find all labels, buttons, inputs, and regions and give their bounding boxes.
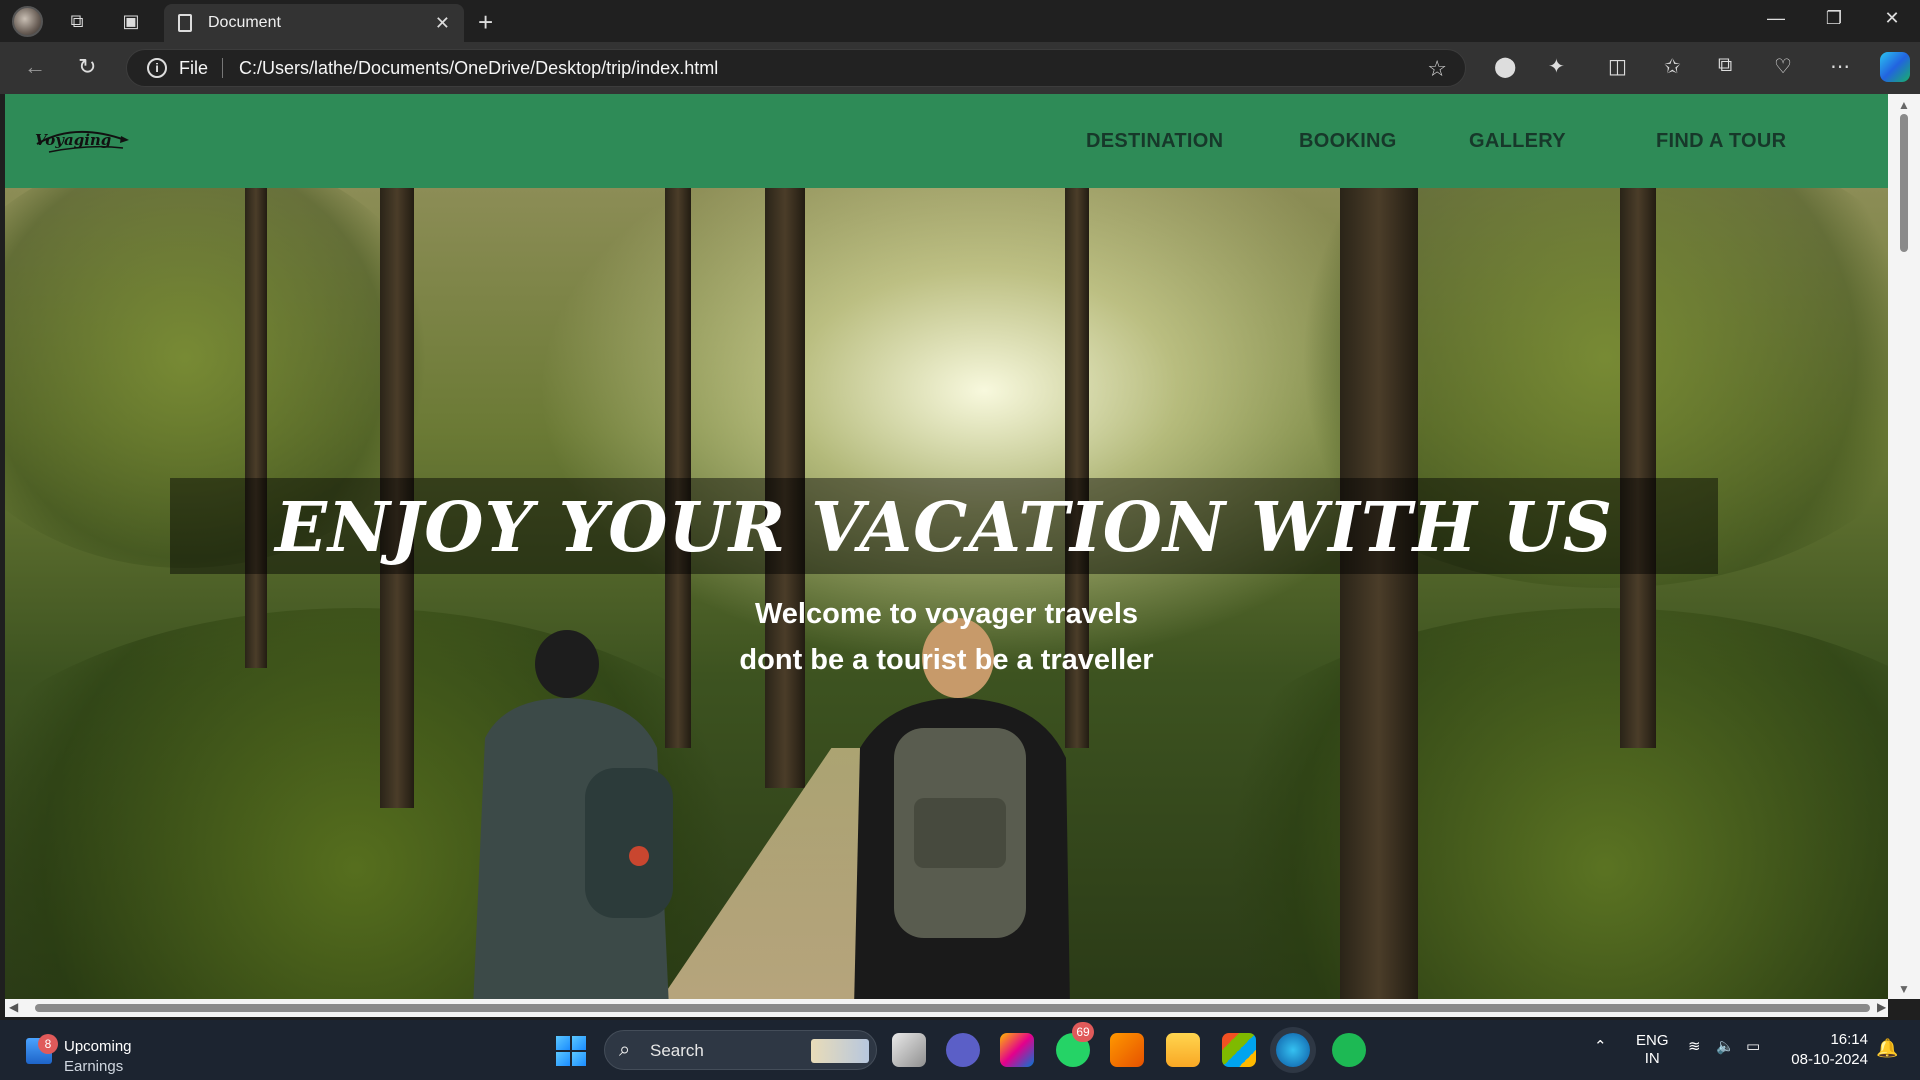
clock-time: 16:14 [1830, 1031, 1868, 1048]
address-bar[interactable]: i File C:/Users/lathe/Documents/OneDrive… [126, 49, 1466, 87]
minimize-icon[interactable]: — [1756, 8, 1796, 29]
info-icon[interactable]: i [147, 58, 167, 78]
tree-trunk [1340, 188, 1418, 999]
page-viewport: Voyaging DESTINATION BOOKING GALLERY FIN… [5, 94, 1888, 999]
hero-title: ENJOY YOUR VACATION WITH US [275, 488, 1613, 568]
microsoft-store-icon[interactable] [1222, 1033, 1256, 1067]
site-logo[interactable]: Voyaging [29, 122, 129, 162]
language-region: IN [1644, 1050, 1660, 1067]
horizontal-scroll-thumb[interactable] [35, 1004, 1870, 1012]
favorites-icon[interactable]: ✩ [1664, 54, 1681, 79]
bell-icon[interactable]: 🔔 [1876, 1038, 1898, 1059]
start-button[interactable] [556, 1036, 586, 1066]
scroll-left-icon[interactable]: ◀ [9, 1000, 18, 1014]
back-icon[interactable]: ← [24, 54, 46, 80]
collections-icon[interactable]: ⧉ [1718, 54, 1732, 77]
browser-tab[interactable]: Document ✕ [164, 4, 464, 42]
profile-avatar[interactable] [12, 6, 43, 37]
ad-block-icon[interactable]: ⬤ [1494, 54, 1516, 79]
browser-tab-strip: ⧉ ▣ Document ✕ + — ❐ ✕ [0, 0, 1920, 42]
copilot-app-icon[interactable] [1000, 1033, 1034, 1067]
task-view-icon[interactable] [892, 1033, 926, 1067]
hero-section: ENJOY YOUR VACATION WITH US Welcome to v… [5, 188, 1888, 999]
widgets-subtitle: Earnings [64, 1058, 124, 1075]
hiker-left [473, 630, 673, 999]
scroll-down-icon[interactable]: ▼ [1898, 982, 1910, 996]
sublime-text-icon[interactable] [1110, 1033, 1144, 1067]
document-icon [178, 14, 192, 32]
language-code: ENG [1636, 1032, 1669, 1049]
tab-actions-icon[interactable]: ▣ [118, 8, 144, 34]
address-text[interactable]: C:/Users/lathe/Documents/OneDrive/Deskto… [239, 58, 718, 79]
refresh-icon[interactable]: ↻ [78, 54, 96, 80]
hero-subtitle-welcome: Welcome to voyager travels [754, 598, 1139, 630]
nav-destination[interactable]: DESTINATION [1086, 130, 1223, 153]
language-indicator[interactable]: ENG IN [1636, 1032, 1669, 1068]
search-icon: ⌕ [619, 1039, 631, 1061]
logo-text: Voyaging [35, 131, 112, 149]
tree-trunk [245, 188, 267, 668]
battery-icon[interactable]: ▭ [1746, 1038, 1760, 1056]
nav-booking[interactable]: BOOKING [1299, 130, 1397, 153]
volume-icon[interactable]: 🔈 [1716, 1038, 1735, 1056]
taskbar: 8 Upcoming Earnings ⌕ Search 69 ⌃ ENG IN… [0, 1020, 1920, 1080]
extensions-icon[interactable]: ✦ [1548, 54, 1565, 79]
search-label: Search [650, 1041, 704, 1060]
clock-date: 08-10-2024 [1791, 1051, 1868, 1068]
vertical-scrollbar[interactable]: ▲ ▼ [1888, 94, 1920, 999]
browser-toolbar: ← ↻ i File C:/Users/lathe/Documents/OneD… [0, 42, 1920, 94]
widgets-title: Upcoming [64, 1038, 132, 1055]
health-icon[interactable]: ♡ [1774, 54, 1792, 79]
tab-title: Document [208, 14, 281, 31]
restore-icon[interactable]: ❐ [1814, 8, 1854, 29]
widgets-badge: 8 [38, 1034, 58, 1054]
horizontal-scrollbar[interactable]: ◀ ▶ [5, 999, 1888, 1017]
split-screen-icon[interactable]: ◫ [1608, 54, 1627, 79]
vertical-scroll-thumb[interactable] [1900, 114, 1908, 252]
star-icon[interactable]: ☆ [1427, 56, 1447, 82]
file-explorer-icon[interactable] [1166, 1033, 1200, 1067]
address-prefix: File [179, 57, 209, 78]
address-separator [222, 58, 224, 78]
close-icon[interactable]: ✕ [435, 13, 450, 34]
edge-icon[interactable] [1276, 1033, 1310, 1067]
hero-subtitle-tagline: dont be a tourist be a traveller [739, 644, 1154, 676]
whatsapp-badge: 69 [1072, 1022, 1094, 1042]
workspaces-icon[interactable]: ⧉ [64, 8, 90, 34]
copilot-icon[interactable] [1880, 52, 1910, 82]
close-window-icon[interactable]: ✕ [1872, 8, 1912, 29]
scroll-right-icon[interactable]: ▶ [1877, 1000, 1886, 1014]
wifi-icon[interactable]: ≋ [1688, 1038, 1701, 1056]
clock[interactable]: 16:14 08-10-2024 [1788, 1030, 1868, 1070]
search-highlight-image [811, 1039, 869, 1063]
hero-title-band: ENJOY YOUR VACATION WITH US [170, 478, 1718, 574]
site-navbar: Voyaging DESTINATION BOOKING GALLERY FIN… [5, 94, 1888, 188]
more-icon[interactable]: ⋯ [1830, 54, 1850, 79]
nav-find-a-tour[interactable]: FIND A TOUR [1656, 130, 1786, 153]
spotify-icon[interactable] [1332, 1033, 1366, 1067]
tray-overflow-icon[interactable]: ⌃ [1594, 1038, 1607, 1056]
scroll-up-icon[interactable]: ▲ [1898, 98, 1910, 112]
plus-icon[interactable]: + [478, 7, 493, 38]
nav-gallery[interactable]: GALLERY [1469, 130, 1566, 153]
taskbar-search[interactable]: ⌕ Search [604, 1030, 877, 1070]
teams-icon[interactable] [946, 1033, 980, 1067]
